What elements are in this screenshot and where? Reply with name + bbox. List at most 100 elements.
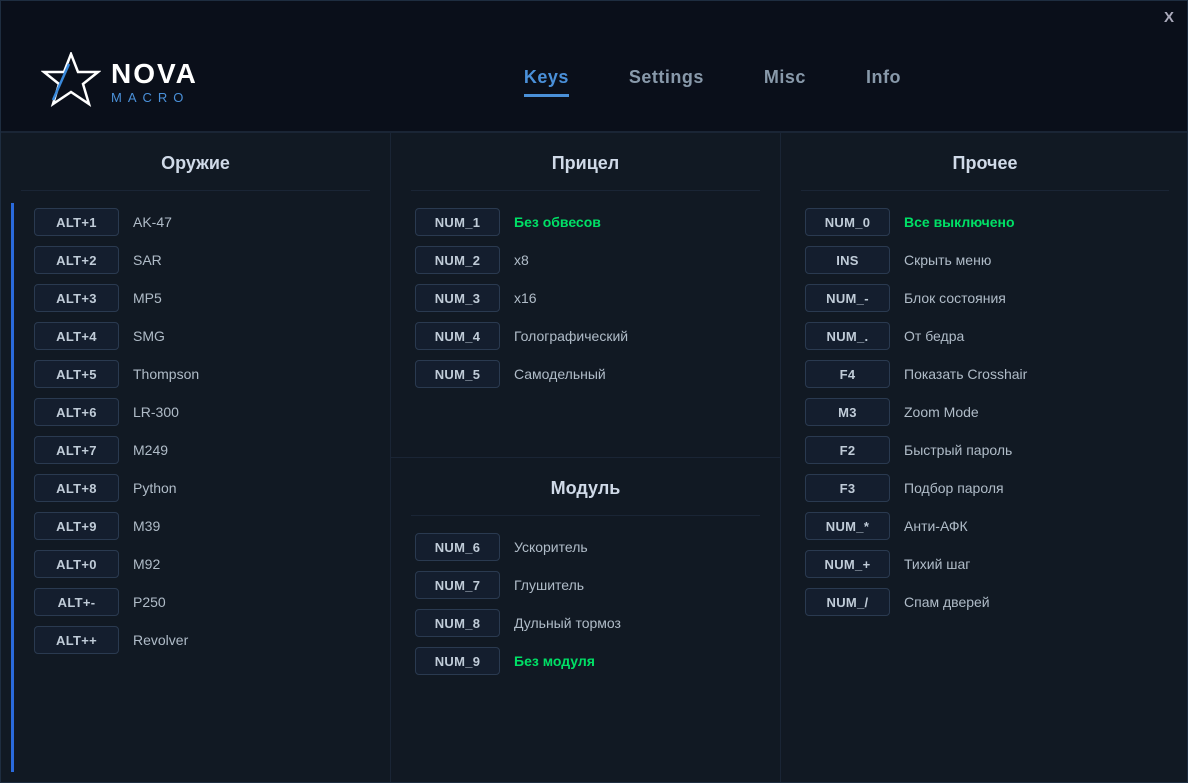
main-content: Оружие ALT+1AK-47 ALT+2 SAR ALT+3 MP5 ALT+4SM… xyxy=(1,133,1187,782)
close-button[interactable]: X xyxy=(1164,9,1175,26)
key-button[interactable]: ALT++ xyxy=(34,626,119,654)
list-item: ALT+- P250 xyxy=(20,583,380,621)
scope-panel: Прицел NUM_1Без обвесовNUM_2x8NUM_3x16NU… xyxy=(391,133,780,458)
key-button[interactable]: ALT+6 xyxy=(34,398,119,426)
key-button[interactable]: ALT+1 xyxy=(34,208,119,236)
key-button[interactable]: ALT+3 xyxy=(34,284,119,312)
list-item: ALT+9M39 xyxy=(20,507,380,545)
value-label: Ускоритель xyxy=(514,539,588,555)
logo-star-icon xyxy=(41,52,101,112)
tab-misc[interactable]: Misc xyxy=(764,67,806,97)
scope-panel-content: NUM_1Без обвесовNUM_2x8NUM_3x16NUM_4Голо… xyxy=(391,203,780,447)
key-button[interactable]: NUM_. xyxy=(805,322,890,350)
tab-keys[interactable]: Keys xyxy=(524,67,569,97)
value-label: Быстрый пароль xyxy=(904,442,1012,458)
list-item: F4 Показать Crosshair xyxy=(791,355,1179,393)
list-item: ALT+0 M92 xyxy=(20,545,380,583)
key-button[interactable]: F2 xyxy=(805,436,890,464)
other-panel: Прочее NUM_0Все выключеноINSСкрыть менюN… xyxy=(781,133,1187,782)
key-button[interactable]: NUM_0 xyxy=(805,208,890,236)
key-button[interactable]: NUM_/ xyxy=(805,588,890,616)
list-item: F3Подбор пароля xyxy=(791,469,1179,507)
list-item: NUM_/ Спам дверей xyxy=(791,583,1179,621)
key-button[interactable]: ALT+2 xyxy=(34,246,119,274)
key-button[interactable]: NUM_8 xyxy=(415,609,500,637)
key-button[interactable]: NUM_+ xyxy=(805,550,890,578)
value-label: Самодельный xyxy=(514,366,606,382)
list-item: ALT+1AK-47 xyxy=(20,203,380,241)
list-item: M3 Zoom Mode xyxy=(791,393,1179,431)
key-button[interactable]: NUM_- xyxy=(805,284,890,312)
value-label: Revolver xyxy=(133,632,188,648)
list-item: INS Скрыть меню xyxy=(791,241,1179,279)
value-label: Скрыть меню xyxy=(904,252,991,268)
weapons-panel-title: Оружие xyxy=(21,153,370,191)
value-label: P250 xyxy=(133,594,166,610)
key-button[interactable]: ALT+5 xyxy=(34,360,119,388)
nav-tabs: Keys Settings Misc Info xyxy=(278,67,1147,97)
list-item: ALT++ Revolver xyxy=(20,621,380,659)
key-button[interactable]: NUM_5 xyxy=(415,360,500,388)
key-button[interactable]: ALT+9 xyxy=(34,512,119,540)
key-button[interactable]: F3 xyxy=(805,474,890,502)
other-panel-title: Прочее xyxy=(801,153,1169,191)
list-item: F2 Быстрый пароль xyxy=(791,431,1179,469)
key-button[interactable]: M3 xyxy=(805,398,890,426)
title-bar: X xyxy=(1,1,1187,33)
other-panel-content: NUM_0 Все выключено INS Скрыть меню NUM_- Бло… xyxy=(781,203,1187,772)
list-item: ALT+4SMG xyxy=(20,317,380,355)
value-label: Тихий шаг xyxy=(904,556,970,572)
value-label: Показать Crosshair xyxy=(904,366,1027,382)
key-button[interactable]: NUM_9 xyxy=(415,647,500,675)
value-label: Голографический xyxy=(514,328,628,344)
list-item: NUM_* Анти-АФК xyxy=(791,507,1179,545)
value-label: M92 xyxy=(133,556,160,572)
key-button[interactable]: NUM_3 xyxy=(415,284,500,312)
list-item: ALT+3 MP5 xyxy=(20,279,380,317)
list-item: ALT+8 Python xyxy=(20,469,380,507)
key-button[interactable]: NUM_1 xyxy=(415,208,500,236)
app-window: X NOVA MACRO Keys Settings Misc Info Ору… xyxy=(0,0,1188,783)
key-button[interactable]: NUM_6 xyxy=(415,533,500,561)
key-button[interactable]: ALT+8 xyxy=(34,474,119,502)
logo-macro-label: MACRO xyxy=(111,90,198,105)
value-label: Анти-АФК xyxy=(904,518,968,534)
key-button[interactable]: ALT+4 xyxy=(34,322,119,350)
list-item: NUM_8 Дульный тормоз xyxy=(401,604,770,642)
value-label: MP5 xyxy=(133,290,162,306)
key-button[interactable]: NUM_4 xyxy=(415,322,500,350)
list-item: ALT+5Thompson xyxy=(20,355,380,393)
weapons-panel: Оружие ALT+1AK-47 ALT+2 SAR ALT+3 MP5 ALT+4SM… xyxy=(1,133,391,782)
key-button[interactable]: ALT+- xyxy=(34,588,119,616)
logo-text: NOVA MACRO xyxy=(111,60,198,105)
key-button[interactable]: ALT+0 xyxy=(34,550,119,578)
value-label: Python xyxy=(133,480,177,496)
key-button[interactable]: NUM_* xyxy=(805,512,890,540)
tab-settings[interactable]: Settings xyxy=(629,67,704,97)
key-button[interactable]: NUM_2 xyxy=(415,246,500,274)
value-label: Спам дверей xyxy=(904,594,990,610)
value-label: Дульный тормоз xyxy=(514,615,621,631)
list-item: NUM_5 Самодельный xyxy=(401,355,770,393)
list-item: ALT+2 SAR xyxy=(20,241,380,279)
weapons-panel-content: ALT+1AK-47 ALT+2 SAR ALT+3 MP5 ALT+4SMGALT+5T… xyxy=(11,203,390,772)
value-label: LR-300 xyxy=(133,404,179,420)
list-item: NUM_1 Без обвесов xyxy=(401,203,770,241)
value-label: Без модуля xyxy=(514,653,595,669)
value-label: Zoom Mode xyxy=(904,404,979,420)
value-label: SAR xyxy=(133,252,162,268)
key-button[interactable]: F4 xyxy=(805,360,890,388)
tab-info[interactable]: Info xyxy=(866,67,901,97)
key-button[interactable]: NUM_7 xyxy=(415,571,500,599)
logo-area: NOVA MACRO xyxy=(41,52,198,112)
scope-panel-title: Прицел xyxy=(411,153,760,191)
value-label: Блок состояния xyxy=(904,290,1006,306)
key-button[interactable]: ALT+7 xyxy=(34,436,119,464)
middle-panel: Прицел NUM_1Без обвесовNUM_2x8NUM_3x16NU… xyxy=(391,133,781,782)
module-panel-title: Модуль xyxy=(411,478,760,516)
list-item: NUM_+ Тихий шаг xyxy=(791,545,1179,583)
value-label: Все выключено xyxy=(904,214,1015,230)
value-label: Без обвесов xyxy=(514,214,601,230)
key-button[interactable]: INS xyxy=(805,246,890,274)
list-item: NUM_0 Все выключено xyxy=(791,203,1179,241)
